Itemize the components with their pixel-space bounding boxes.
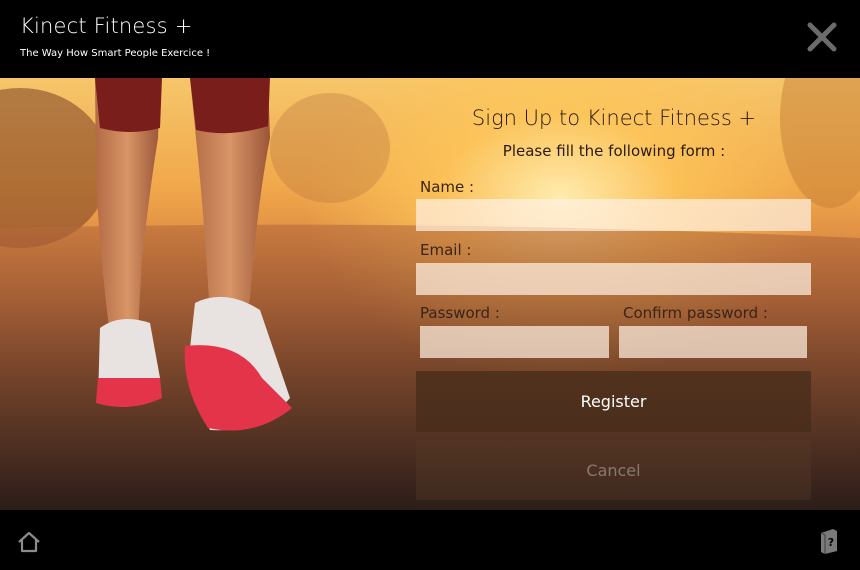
cancel-button-label: Cancel bbox=[586, 460, 641, 480]
app-subtitle: The Way How Smart People Exercice ! bbox=[20, 48, 211, 59]
email-label: Email : bbox=[420, 241, 472, 259]
password-label: Password : bbox=[420, 304, 500, 322]
password-field[interactable] bbox=[420, 326, 609, 358]
email-field[interactable] bbox=[416, 263, 811, 295]
name-field[interactable] bbox=[416, 199, 811, 231]
confirm-password-label: Confirm password : bbox=[623, 304, 768, 322]
header-bar: Kinect Fitness + The Way How Smart Peopl… bbox=[0, 0, 860, 78]
home-button[interactable] bbox=[16, 530, 42, 554]
register-button[interactable]: Register bbox=[416, 371, 811, 432]
form-title: Sign Up to Kinect Fitness + bbox=[471, 106, 757, 130]
help-button[interactable]: ? bbox=[818, 527, 840, 555]
cancel-button[interactable]: Cancel bbox=[416, 440, 811, 500]
signup-hero: Sign Up to Kinect Fitness + Please fill … bbox=[0, 78, 860, 510]
register-button-label: Register bbox=[580, 392, 647, 411]
home-icon bbox=[18, 531, 40, 553]
app-title: Kinect Fitness + bbox=[20, 14, 193, 38]
help-icon: ? bbox=[820, 529, 837, 554]
svg-text:?: ? bbox=[828, 536, 834, 549]
confirm-password-field[interactable] bbox=[619, 326, 807, 358]
close-button[interactable] bbox=[806, 22, 838, 52]
name-label: Name : bbox=[420, 178, 475, 196]
form-subtitle: Please fill the following form : bbox=[502, 142, 726, 160]
footer-bar: ? bbox=[0, 510, 860, 570]
close-icon bbox=[807, 22, 837, 52]
